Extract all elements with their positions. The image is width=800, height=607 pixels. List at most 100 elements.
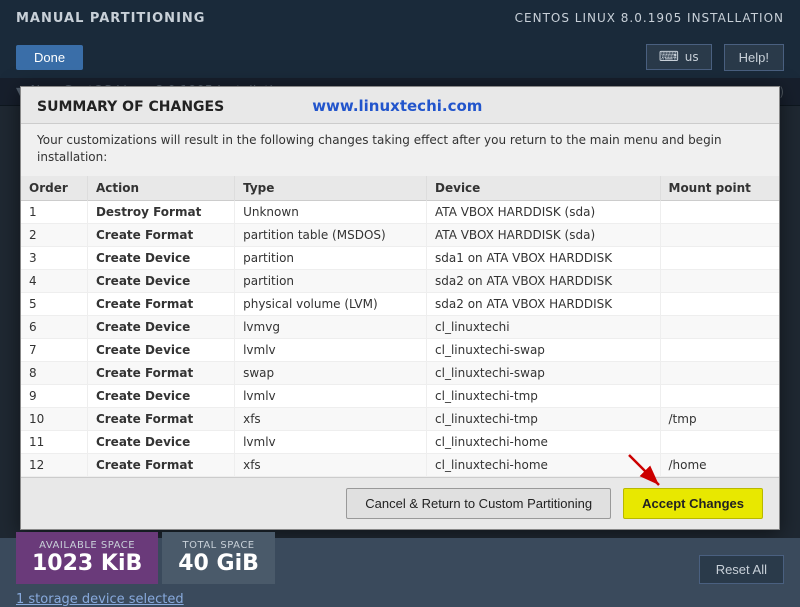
table-row: 2 Create Format partition table (MSDOS) … — [21, 223, 779, 246]
cell-mount — [660, 223, 779, 246]
cell-mount: /home — [660, 453, 779, 476]
table-row: 10 Create Format xfs cl_linuxtechi-tmp /… — [21, 407, 779, 430]
table-row: 1 Destroy Format Unknown ATA VBOX HARDDI… — [21, 200, 779, 223]
cell-type: xfs — [235, 453, 427, 476]
modal-website: www.linuxtechi.com — [312, 97, 482, 115]
cell-device: cl_linuxtechi-tmp — [427, 407, 660, 430]
storage-device-link[interactable]: 1 storage device selected — [16, 592, 275, 607]
col-mountpoint: Mount point — [660, 176, 779, 201]
cell-type: partition — [235, 269, 427, 292]
accept-changes-button[interactable]: Accept Changes — [623, 488, 763, 519]
cell-device: cl_linuxtechi-swap — [427, 338, 660, 361]
table-row: 8 Create Format swap cl_linuxtechi-swap — [21, 361, 779, 384]
cell-order: 5 — [21, 292, 87, 315]
cell-mount — [660, 430, 779, 453]
available-space-label: AVAILABLE SPACE — [32, 540, 142, 551]
cell-action: Create Format — [87, 407, 234, 430]
cell-action: Create Device — [87, 338, 234, 361]
centos-title: CENTOS LINUX 8.0.1905 INSTALLATION — [515, 11, 784, 25]
cell-order: 11 — [21, 430, 87, 453]
cell-order: 1 — [21, 200, 87, 223]
table-row: 12 Create Format xfs cl_linuxtechi-home … — [21, 453, 779, 476]
app-title: MANUAL PARTITIONING — [16, 11, 205, 26]
cell-order: 10 — [21, 407, 87, 430]
cell-type: lvmlv — [235, 384, 427, 407]
cell-mount — [660, 269, 779, 292]
col-action: Action — [87, 176, 234, 201]
keyboard-icon: ⌨ — [659, 49, 679, 65]
table-row: 3 Create Device partition sda1 on ATA VB… — [21, 246, 779, 269]
header-right: CENTOS LINUX 8.0.1905 INSTALLATION — [515, 11, 784, 25]
table-row: 4 Create Device partition sda2 on ATA VB… — [21, 269, 779, 292]
cell-type: lvmvg — [235, 315, 427, 338]
cell-type: lvmlv — [235, 430, 427, 453]
cell-order: 2 — [21, 223, 87, 246]
total-space-label: TOTAL SPACE — [178, 540, 259, 551]
cell-action: Create Device — [87, 430, 234, 453]
cell-mount — [660, 315, 779, 338]
available-space-box: AVAILABLE SPACE 1023 KiB — [16, 532, 158, 584]
cell-device: cl_linuxtechi-home — [427, 453, 660, 476]
reset-all-button[interactable]: Reset All — [699, 555, 784, 584]
cell-order: 4 — [21, 269, 87, 292]
summary-dialog: SUMMARY OF CHANGES www.linuxtechi.com Yo… — [20, 86, 780, 530]
cell-device: sda2 on ATA VBOX HARDDISK — [427, 292, 660, 315]
keyboard-lang: us — [685, 50, 699, 64]
col-type: Type — [235, 176, 427, 201]
cell-action: Create Device — [87, 246, 234, 269]
cell-type: Unknown — [235, 200, 427, 223]
changes-table: Order Action Type Device Mount point 1 D… — [21, 176, 779, 477]
modal-description: Your customizations will result in the f… — [21, 124, 779, 176]
cell-device: sda1 on ATA VBOX HARDDISK — [427, 246, 660, 269]
table-row: 5 Create Format physical volume (LVM) sd… — [21, 292, 779, 315]
cell-type: lvmlv — [235, 338, 427, 361]
table-header-row: Order Action Type Device Mount point — [21, 176, 779, 201]
cell-action: Create Format — [87, 361, 234, 384]
cell-mount — [660, 384, 779, 407]
cell-device: ATA VBOX HARDDISK (sda) — [427, 223, 660, 246]
cell-action: Create Device — [87, 315, 234, 338]
cell-device: cl_linuxtechi-home — [427, 430, 660, 453]
table-row: 7 Create Device lvmlv cl_linuxtechi-swap — [21, 338, 779, 361]
cell-order: 7 — [21, 338, 87, 361]
status-bar: AVAILABLE SPACE 1023 KiB TOTAL SPACE 40 … — [0, 538, 800, 600]
col-order: Order — [21, 176, 87, 201]
cell-order: 9 — [21, 384, 87, 407]
cell-action: Create Device — [87, 269, 234, 292]
modal-title-bar: SUMMARY OF CHANGES www.linuxtechi.com — [21, 87, 779, 124]
modal-button-bar: Cancel & Return to Custom Partitioning A… — [21, 477, 779, 529]
keyboard-widget[interactable]: ⌨ us — [646, 44, 712, 70]
cell-type: swap — [235, 361, 427, 384]
table-row: 9 Create Device lvmlv cl_linuxtechi-tmp — [21, 384, 779, 407]
done-button[interactable]: Done — [16, 45, 83, 70]
cell-order: 12 — [21, 453, 87, 476]
action-bar: Done ⌨ us Help! — [0, 36, 800, 78]
header-bar: MANUAL PARTITIONING CENTOS LINUX 8.0.190… — [0, 0, 800, 36]
cell-type: partition table (MSDOS) — [235, 223, 427, 246]
space-boxes: AVAILABLE SPACE 1023 KiB TOTAL SPACE 40 … — [16, 532, 275, 584]
cell-device: ATA VBOX HARDDISK (sda) — [427, 200, 660, 223]
table-row: 6 Create Device lvmvg cl_linuxtechi — [21, 315, 779, 338]
modal-overlay: SUMMARY OF CHANGES www.linuxtechi.com Yo… — [0, 78, 800, 600]
col-device: Device — [427, 176, 660, 201]
cell-action: Create Device — [87, 384, 234, 407]
help-button[interactable]: Help! — [724, 44, 784, 71]
cell-action: Destroy Format — [87, 200, 234, 223]
cell-order: 3 — [21, 246, 87, 269]
cancel-button[interactable]: Cancel & Return to Custom Partitioning — [346, 488, 611, 519]
cell-mount — [660, 200, 779, 223]
cell-action: Create Format — [87, 292, 234, 315]
cell-order: 8 — [21, 361, 87, 384]
cell-type: physical volume (LVM) — [235, 292, 427, 315]
modal-title: SUMMARY OF CHANGES — [37, 99, 224, 115]
cell-device: sda2 on ATA VBOX HARDDISK — [427, 269, 660, 292]
cell-device: cl_linuxtechi — [427, 315, 660, 338]
cell-mount — [660, 338, 779, 361]
cell-type: xfs — [235, 407, 427, 430]
cell-action: Create Format — [87, 453, 234, 476]
cell-mount: /tmp — [660, 407, 779, 430]
cell-mount — [660, 292, 779, 315]
total-space-value: 40 GiB — [178, 551, 259, 576]
cell-mount — [660, 246, 779, 269]
partition-area: ▼ New CentOS Linux 8.0.1905 Installation… — [0, 78, 800, 600]
